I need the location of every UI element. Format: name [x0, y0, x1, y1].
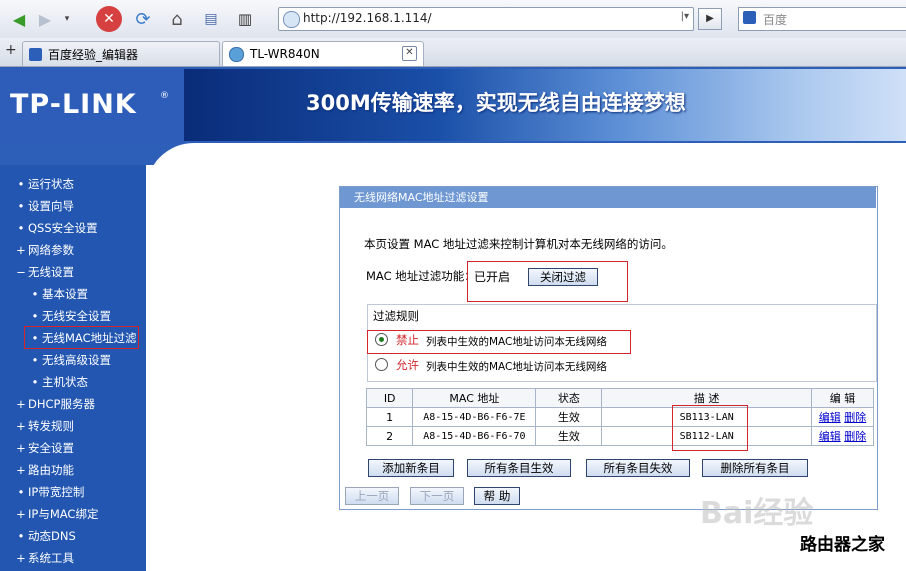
rule-allow-text: 列表中生效的MAC地址访问本无线网络	[426, 361, 607, 373]
tab-bar: + 百度经验_编辑器 TL-WR840N ✕	[0, 38, 906, 67]
rules-title: 过滤规则	[371, 308, 421, 324]
highlight-box-rule	[367, 330, 631, 354]
cell-id: 2	[365, 426, 414, 446]
sidebar-item-qss[interactable]: • QSS安全设置	[14, 220, 98, 236]
close-tab-icon[interactable]: ✕	[402, 46, 417, 61]
mac-table: ID MAC 地址 状态 描 述 编 辑 1 A8-15-4D-B6-F6-7E…	[365, 388, 875, 446]
page-description: 本页设置 MAC 地址过滤来控制计算机对本无线网络的访问。	[364, 237, 673, 251]
url-text: http://192.168.1.114/	[303, 11, 432, 25]
bookmark-icon[interactable]: ▤	[198, 6, 224, 32]
history-dropdown-icon[interactable]: ▾	[60, 6, 74, 32]
go-button[interactable]: ▶	[698, 8, 722, 30]
cell-actions: 编辑 删除	[810, 426, 875, 446]
search-placeholder: 百度	[763, 13, 788, 27]
next-page-button[interactable]: 下一页	[410, 487, 464, 505]
sidebar-item-dhcp[interactable]: + DHCP服务器	[14, 396, 95, 412]
sidebar-item-forwarding[interactable]: + 转发规则	[14, 418, 74, 434]
sidebar-item-system-tools[interactable]: + 系统工具	[14, 550, 74, 566]
highlight-box-desc	[672, 405, 748, 451]
forward-arrow-icon[interactable]: ▶	[34, 6, 56, 32]
sidebar-item-status[interactable]: • 运行状态	[14, 176, 74, 192]
table-header-row: ID MAC 地址 状态 描 述 编 辑	[365, 388, 875, 408]
table-row: 1 A8-15-4D-B6-F6-7E 生效 SB113-LAN 编辑 删除	[365, 407, 875, 427]
tab-label: 百度经验_编辑器	[48, 47, 139, 62]
banner: 300M传输速率，实现无线自由连接梦想	[184, 69, 906, 141]
tab-label: TL-WR840N	[250, 47, 320, 61]
address-bar[interactable]: http://192.168.1.114/ |▾	[278, 7, 694, 31]
enable-all-button[interactable]: 所有条目生效	[467, 459, 571, 477]
registered-mark-icon: ®	[160, 91, 169, 101]
search-box[interactable]: 百度	[738, 7, 906, 31]
baidu-paw-icon	[743, 11, 756, 24]
col-mac: MAC 地址	[412, 388, 537, 408]
cell-actions: 编辑 删除	[810, 407, 875, 427]
prev-page-button[interactable]: 上一页	[345, 487, 399, 505]
site-watermark: 路由器之家	[800, 535, 885, 555]
disable-all-button[interactable]: 所有条目失效	[586, 459, 690, 477]
highlight-box-filter	[467, 261, 628, 302]
col-status: 状态	[535, 388, 603, 408]
baidu-watermark: Bai经验	[700, 496, 814, 531]
reader-book-icon[interactable]: ▥	[232, 6, 258, 32]
delete-link[interactable]: 删除	[844, 430, 866, 443]
sidebar-item-routing[interactable]: + 路由功能	[14, 462, 74, 478]
sidebar-item-wireless-security[interactable]: • 无线安全设置	[28, 308, 111, 324]
sidebar-item-wireless-advanced[interactable]: • 无线高级设置	[28, 352, 111, 368]
cell-id: 1	[365, 407, 414, 427]
radio-allow[interactable]	[375, 358, 388, 371]
tp-link-logo: TP-LINK	[10, 89, 137, 120]
globe-icon	[283, 11, 300, 28]
globe-icon	[229, 46, 244, 62]
sidebar-item-network[interactable]: + 网络参数	[14, 242, 74, 258]
highlight-box-sidebar	[24, 326, 139, 349]
sidebar-item-ddns[interactable]: • 动态DNS	[14, 528, 76, 544]
sidebar-item-wireless[interactable]: − 无线设置	[14, 264, 74, 280]
edit-link[interactable]: 编辑	[819, 411, 841, 424]
edit-link[interactable]: 编辑	[819, 430, 841, 443]
sidebar-item-basic[interactable]: • 基本设置	[28, 286, 88, 302]
sidebar-item-bandwidth[interactable]: • IP带宽控制	[14, 484, 85, 500]
banner-slogan: 300M传输速率，实现无线自由连接梦想	[306, 91, 686, 115]
back-arrow-icon[interactable]: ◀	[6, 6, 32, 32]
refresh-icon[interactable]: ⟳	[130, 6, 156, 32]
col-id: ID	[365, 388, 414, 408]
rule-allow-keyword: 允许	[396, 358, 419, 372]
cell-mac: A8-15-4D-B6-F6-7E	[412, 407, 537, 427]
delete-all-button[interactable]: 删除所有条目	[702, 459, 808, 477]
filter-function-label: MAC 地址过滤功能：	[366, 269, 476, 283]
cell-mac: A8-15-4D-B6-F6-70	[412, 426, 537, 446]
sidebar-item-ip-mac-binding[interactable]: + IP与MAC绑定	[14, 506, 98, 522]
new-tab-plus-icon[interactable]: +	[5, 42, 17, 58]
baidu-paw-icon	[29, 47, 42, 61]
sidebar-item-wizard[interactable]: • 设置向导	[14, 198, 74, 214]
stop-icon[interactable]: ✕	[96, 6, 122, 32]
panel-title: 无线网络MAC地址过滤设置	[340, 187, 876, 208]
cell-status: 生效	[535, 426, 603, 446]
tab-tl-wr840n[interactable]: TL-WR840N ✕	[222, 41, 424, 66]
url-dropdown-icon[interactable]: |▾	[681, 11, 689, 22]
sidebar-item-host-status[interactable]: • 主机状态	[28, 374, 88, 390]
col-edit: 编 辑	[810, 388, 875, 408]
sidebar-item-security[interactable]: + 安全设置	[14, 440, 74, 456]
browser-toolbar: ◀ ▶ ▾ ✕ ⟳ ⌂ ▤ ▥ http://192.168.1.114/ |▾…	[0, 0, 906, 39]
add-entry-button[interactable]: 添加新条目	[368, 459, 454, 477]
table-row: 2 A8-15-4D-B6-F6-70 生效 SB112-LAN 编辑 删除	[365, 426, 875, 446]
delete-link[interactable]: 删除	[844, 411, 866, 424]
cell-status: 生效	[535, 407, 603, 427]
home-icon[interactable]: ⌂	[164, 6, 190, 32]
help-button[interactable]: 帮 助	[474, 487, 520, 505]
logo-area: TP-LINK ®	[0, 67, 184, 143]
tab-baidu[interactable]: 百度经验_编辑器	[22, 41, 220, 66]
